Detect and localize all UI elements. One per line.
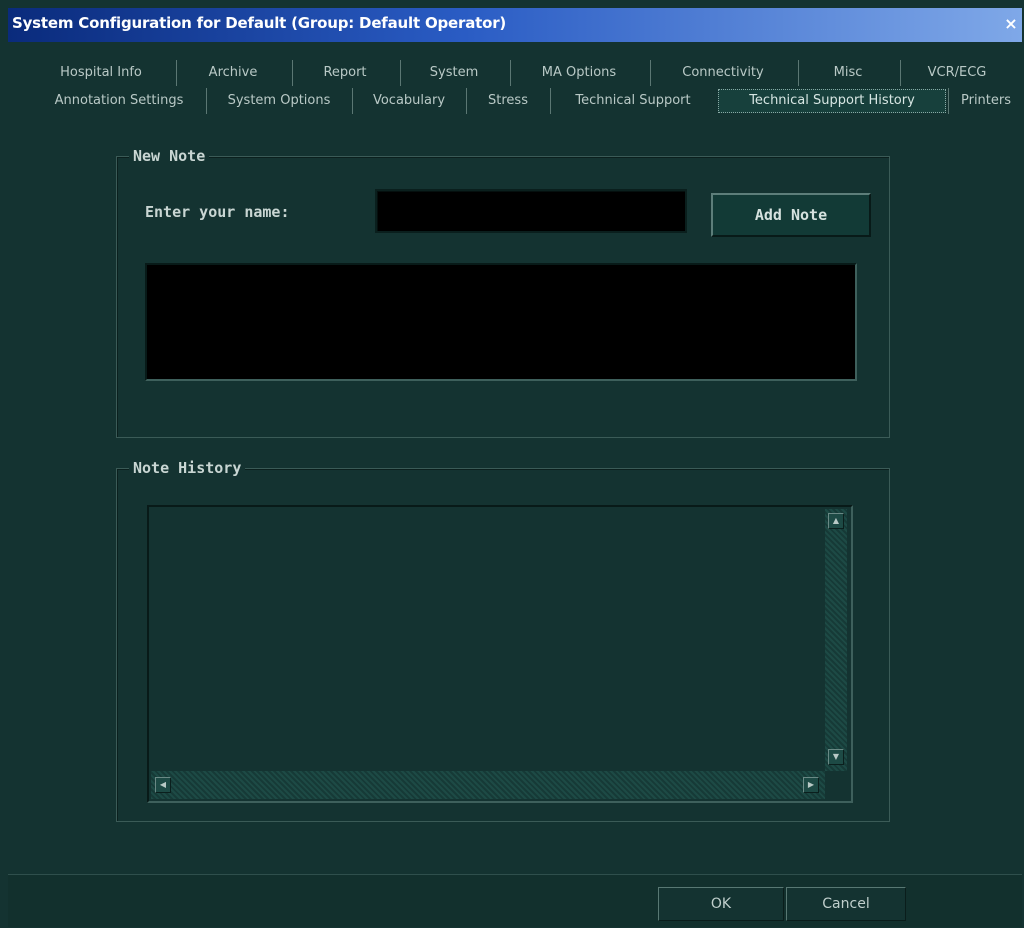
dialog-footer: OK Cancel bbox=[8, 874, 1022, 927]
note-history-legend: Note History bbox=[129, 459, 246, 477]
tab-system-options[interactable]: System Options bbox=[206, 88, 351, 114]
arrow-left-icon[interactable]: ◀ bbox=[155, 777, 171, 793]
tab-vcr-ecg[interactable]: VCR/ECG bbox=[900, 60, 1013, 86]
tab-system[interactable]: System bbox=[400, 60, 507, 86]
note-history-list[interactable]: ▲ ▼ ◀ ▶ bbox=[147, 505, 853, 803]
new-note-group: New Note Enter your name: Add Note bbox=[116, 147, 890, 438]
tab-technical-support-history[interactable]: Technical Support History bbox=[718, 89, 946, 113]
note-textarea[interactable] bbox=[145, 263, 857, 381]
tab-misc[interactable]: Misc bbox=[798, 60, 897, 86]
horizontal-scrollbar[interactable]: ◀ ▶ bbox=[151, 771, 825, 799]
name-input[interactable] bbox=[375, 189, 687, 233]
cancel-button[interactable]: Cancel bbox=[786, 887, 906, 921]
config-window: System Configuration for Default (Group:… bbox=[0, 0, 1024, 928]
title-bar: System Configuration for Default (Group:… bbox=[8, 8, 1022, 42]
tab-annotation-settings[interactable]: Annotation Settings bbox=[34, 88, 204, 114]
tab-report[interactable]: Report bbox=[292, 60, 397, 86]
tab-archive[interactable]: Archive bbox=[176, 60, 289, 86]
vertical-scrollbar[interactable]: ▲ ▼ bbox=[825, 509, 847, 771]
ok-button[interactable]: OK bbox=[658, 887, 784, 921]
tab-panel: New Note Enter your name: Add Note Note … bbox=[24, 116, 1022, 874]
name-label: Enter your name: bbox=[145, 203, 290, 221]
new-note-legend: New Note bbox=[129, 147, 210, 165]
arrow-down-icon[interactable]: ▼ bbox=[828, 749, 844, 765]
close-icon[interactable]: × bbox=[1002, 14, 1020, 34]
tab-ma-options[interactable]: MA Options bbox=[510, 60, 647, 86]
window-title: System Configuration for Default (Group:… bbox=[12, 14, 507, 32]
tab-vocabulary[interactable]: Vocabulary bbox=[352, 88, 465, 114]
scrollbar-corner bbox=[825, 771, 847, 799]
tab-row-1: Hospital Info Archive Report System MA O… bbox=[0, 60, 1024, 86]
tab-row-2: Annotation Settings System Options Vocab… bbox=[0, 88, 1024, 114]
arrow-right-icon[interactable]: ▶ bbox=[803, 777, 819, 793]
tab-connectivity[interactable]: Connectivity bbox=[650, 60, 795, 86]
add-note-button[interactable]: Add Note bbox=[711, 193, 871, 237]
tab-stress[interactable]: Stress bbox=[466, 88, 549, 114]
tab-technical-support[interactable]: Technical Support bbox=[550, 88, 715, 114]
tab-hospital-info[interactable]: Hospital Info bbox=[30, 60, 172, 86]
note-history-group: Note History ▲ ▼ ◀ ▶ bbox=[116, 459, 890, 822]
tab-printers[interactable]: Printers bbox=[948, 88, 1023, 114]
arrow-up-icon[interactable]: ▲ bbox=[828, 513, 844, 529]
